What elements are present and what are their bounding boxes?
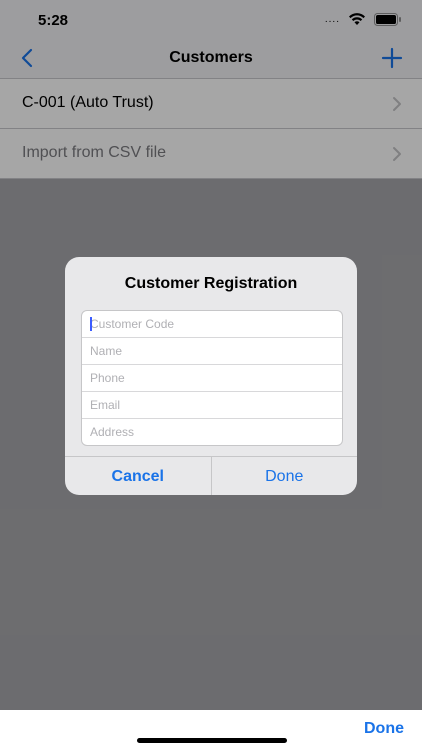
customer-registration-dialog: Customer Registration Cancel Done (65, 257, 357, 495)
name-field[interactable] (82, 338, 342, 364)
dialog-title: Customer Registration (124, 275, 298, 292)
email-field-row (82, 392, 342, 419)
customer-code-field-row (82, 311, 342, 338)
email-field[interactable] (82, 392, 342, 418)
text-caret (90, 317, 92, 331)
customer-code-field[interactable] (82, 311, 342, 337)
phone-field[interactable] (82, 365, 342, 391)
name-field-row (82, 338, 342, 365)
phone-field-row (82, 365, 342, 392)
address-field-row (82, 419, 342, 445)
dialog-fields (81, 310, 343, 446)
dialog-button-row: Cancel Done (65, 456, 357, 495)
home-indicator (137, 738, 287, 743)
cancel-button[interactable]: Cancel (65, 457, 211, 495)
address-field[interactable] (82, 419, 342, 445)
keyboard-toolbar: Done (0, 710, 422, 750)
done-button[interactable]: Done (212, 457, 358, 495)
toolbar-done-button[interactable]: Done (364, 720, 404, 738)
